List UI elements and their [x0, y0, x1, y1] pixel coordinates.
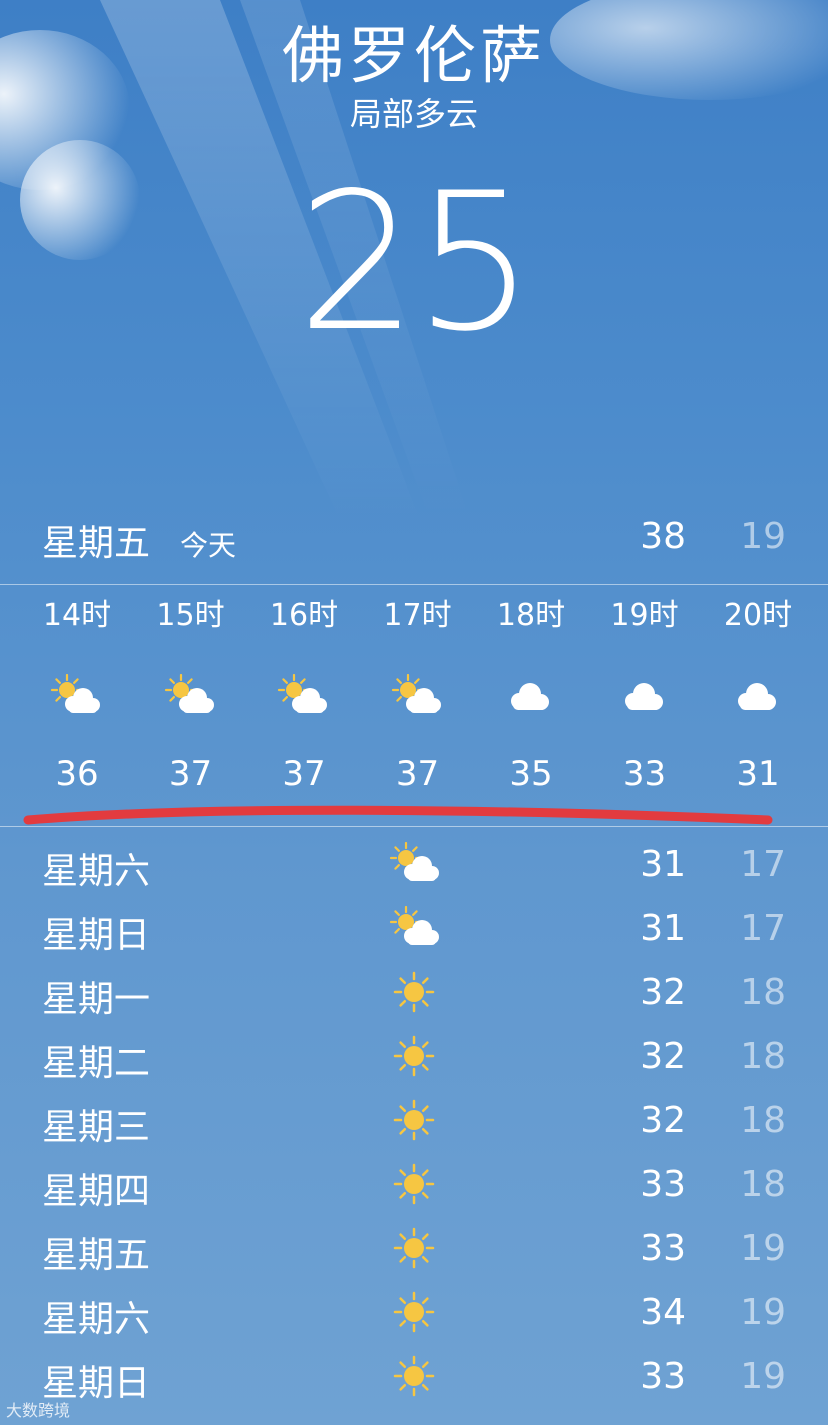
today-high-temp: 38: [640, 516, 686, 557]
cloud-icon: [615, 674, 675, 718]
day-name: 星期五: [42, 1235, 151, 1276]
partly-sunny-icon: [47, 674, 107, 718]
hour-time: 15时: [156, 598, 225, 633]
day-high-temp: 33: [640, 1228, 686, 1269]
hour-time: 17时: [383, 598, 452, 633]
day-low-temp: 19: [740, 1292, 786, 1333]
day-low-temp: 17: [740, 844, 786, 885]
sun-icon: [386, 1354, 442, 1398]
day-high-temp: 32: [640, 1036, 686, 1077]
hour-temp: 37: [395, 754, 440, 794]
hour-temp: 37: [168, 754, 213, 794]
day-name: 星期四: [42, 1171, 151, 1212]
hour-temp: 37: [282, 754, 326, 794]
weather-condition: 局部多云: [349, 95, 478, 133]
city-name: 佛罗伦萨: [281, 19, 546, 92]
day-low-temp: 18: [740, 1100, 786, 1141]
daily-row: 星期日 31 17: [0, 896, 828, 960]
sun-icon: [386, 1034, 442, 1078]
sun-icon: [386, 1226, 442, 1270]
partly-sunny-icon: [388, 674, 448, 718]
today-weekday: 星期五: [42, 523, 151, 564]
day-name: 星期六: [42, 1299, 151, 1340]
hour-temp: 36: [55, 754, 99, 794]
hour-temp: 31: [736, 754, 780, 794]
partly-sunny-icon: [274, 674, 334, 718]
hourly-item: 17时 37: [361, 596, 475, 794]
hourly-forecast[interactable]: 14时 36 15时 37 16时 37 17时 37 18时 35 19时 33 20时 31: [20, 596, 816, 816]
hour-temp: 33: [622, 754, 667, 794]
daily-row: 星期四 33 18: [0, 1152, 828, 1216]
day-high-temp: 33: [640, 1356, 686, 1397]
day-name: 星期一: [42, 979, 151, 1020]
hour-time: 14时: [42, 598, 112, 633]
hourly-item: 16时 37: [247, 596, 361, 794]
sun-icon: [386, 1162, 442, 1206]
divider-top: [0, 584, 828, 585]
hour-time: 18时: [496, 598, 566, 633]
hour-time: 16时: [269, 598, 339, 633]
day-high-temp: 33: [640, 1164, 686, 1205]
hour-time: 20时: [723, 598, 793, 633]
day-high-temp: 31: [640, 844, 686, 885]
today-summary: 星期五 今天 38 19: [0, 508, 828, 564]
day-name: 星期六: [42, 851, 151, 892]
hour-time: 19时: [610, 598, 679, 633]
day-low-temp: 18: [740, 972, 786, 1013]
day-low-temp: 19: [740, 1228, 786, 1269]
cloud-icon: [728, 674, 788, 718]
hourly-item: 18时 35: [474, 596, 588, 794]
daily-row: 星期一 32 18: [0, 960, 828, 1024]
partly-sunny-icon: [386, 842, 442, 886]
hourly-item: 19时 33: [588, 596, 702, 794]
sun-icon: [386, 1098, 442, 1142]
cloud-icon: [501, 674, 561, 718]
divider-bottom: [0, 826, 828, 827]
daily-row: 星期日 33 19: [0, 1344, 828, 1408]
daily-row: 星期六 34 19: [0, 1280, 828, 1344]
hour-temp: 35: [509, 754, 553, 794]
day-low-temp: 18: [740, 1036, 786, 1077]
day-low-temp: 19: [740, 1356, 786, 1397]
day-high-temp: 31: [640, 908, 686, 949]
day-high-temp: 32: [640, 1100, 686, 1141]
day-name: 星期三: [42, 1107, 151, 1148]
daily-row: 星期二 32 18: [0, 1024, 828, 1088]
hourly-item: 15时 37: [134, 596, 248, 794]
hourly-item: 20时 31: [701, 596, 815, 794]
partly-sunny-icon: [161, 674, 221, 718]
location-header: 佛罗伦萨 局部多云: [0, 18, 828, 134]
daily-row: 星期三 32 18: [0, 1088, 828, 1152]
day-high-temp: 34: [640, 1292, 686, 1333]
watermark: 大数跨境: [6, 1401, 71, 1420]
day-name: 星期二: [42, 1043, 151, 1084]
sun-icon: [386, 1290, 442, 1334]
daily-row: 星期六 31 17: [0, 832, 828, 896]
day-high-temp: 32: [640, 972, 686, 1013]
today-label: 今天: [180, 529, 237, 562]
daily-row: 星期五 33 19: [0, 1216, 828, 1280]
partly-sunny-icon: [386, 906, 442, 950]
day-name: 星期日: [42, 915, 151, 956]
current-temperature: 25: [297, 152, 535, 373]
day-low-temp: 18: [740, 1164, 786, 1205]
hourly-item: 14时 36: [20, 596, 134, 794]
day-low-temp: 17: [740, 908, 786, 949]
daily-forecast-list[interactable]: 星期六 31 17 星期日 31 17 星期一 32 18 星期二 32 18 星期三 32 18 星期四…: [0, 832, 828, 1408]
sun-icon: [386, 970, 442, 1014]
today-low-temp: 19: [740, 516, 786, 557]
